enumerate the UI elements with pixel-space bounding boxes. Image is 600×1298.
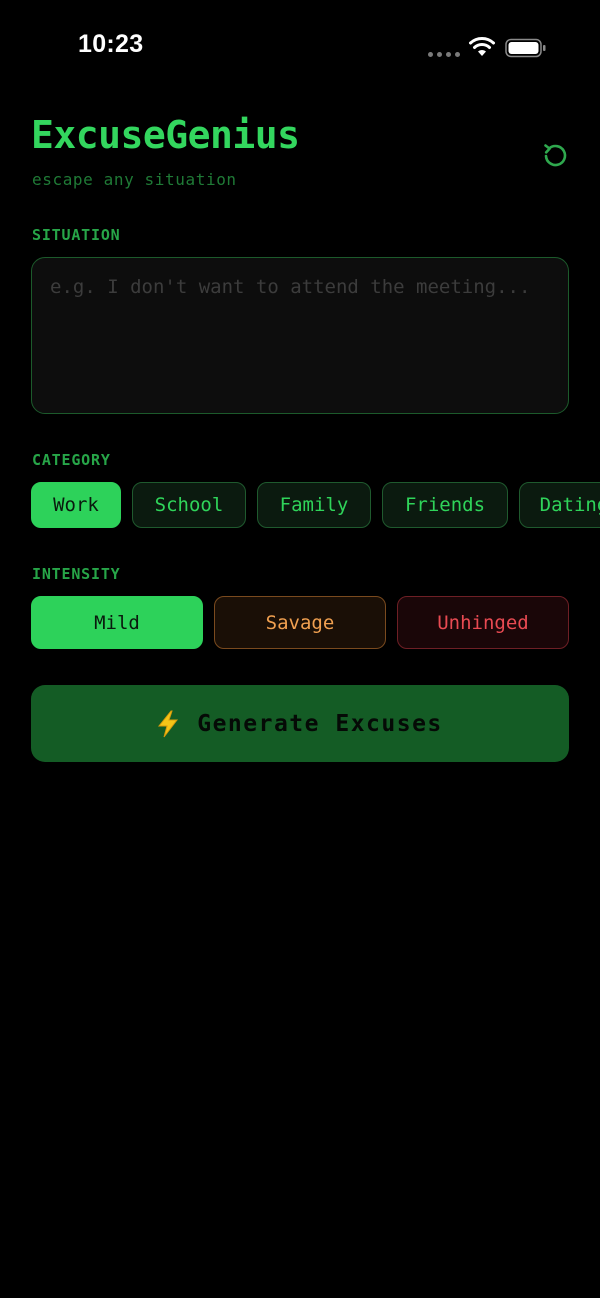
app-subtitle: escape any situation xyxy=(32,170,237,189)
intensity-label: INTENSITY xyxy=(32,565,121,583)
app-title: ExcuseGenius xyxy=(31,113,300,157)
battery-icon xyxy=(505,38,546,58)
category-chip-work[interactable]: Work xyxy=(31,482,121,528)
category-chip-friends[interactable]: Friends xyxy=(382,482,508,528)
category-chip-school[interactable]: School xyxy=(132,482,246,528)
category-chip-family[interactable]: Family xyxy=(257,482,371,528)
status-bar: 10:23 xyxy=(0,0,600,96)
reset-button[interactable] xyxy=(538,138,572,172)
category-chip-dating[interactable]: Dating xyxy=(519,482,600,528)
generate-button-label: Generate Excuses xyxy=(197,710,443,737)
situation-input[interactable] xyxy=(31,257,569,414)
refresh-icon xyxy=(544,144,567,167)
category-chip-row[interactable]: Work School Family Friends Dating xyxy=(31,482,600,530)
wifi-icon xyxy=(469,37,495,56)
generate-excuses-button[interactable]: Generate Excuses xyxy=(31,685,569,762)
intensity-unhinged-button[interactable]: Unhinged xyxy=(397,596,569,649)
situation-label: SITUATION xyxy=(32,226,121,244)
status-time: 10:23 xyxy=(78,30,144,58)
category-label: CATEGORY xyxy=(32,451,111,469)
cellular-signal-icon xyxy=(428,52,460,58)
intensity-mild-button[interactable]: Mild xyxy=(31,596,203,649)
lightning-bolt-icon xyxy=(158,710,179,737)
intensity-savage-button[interactable]: Savage xyxy=(214,596,386,649)
